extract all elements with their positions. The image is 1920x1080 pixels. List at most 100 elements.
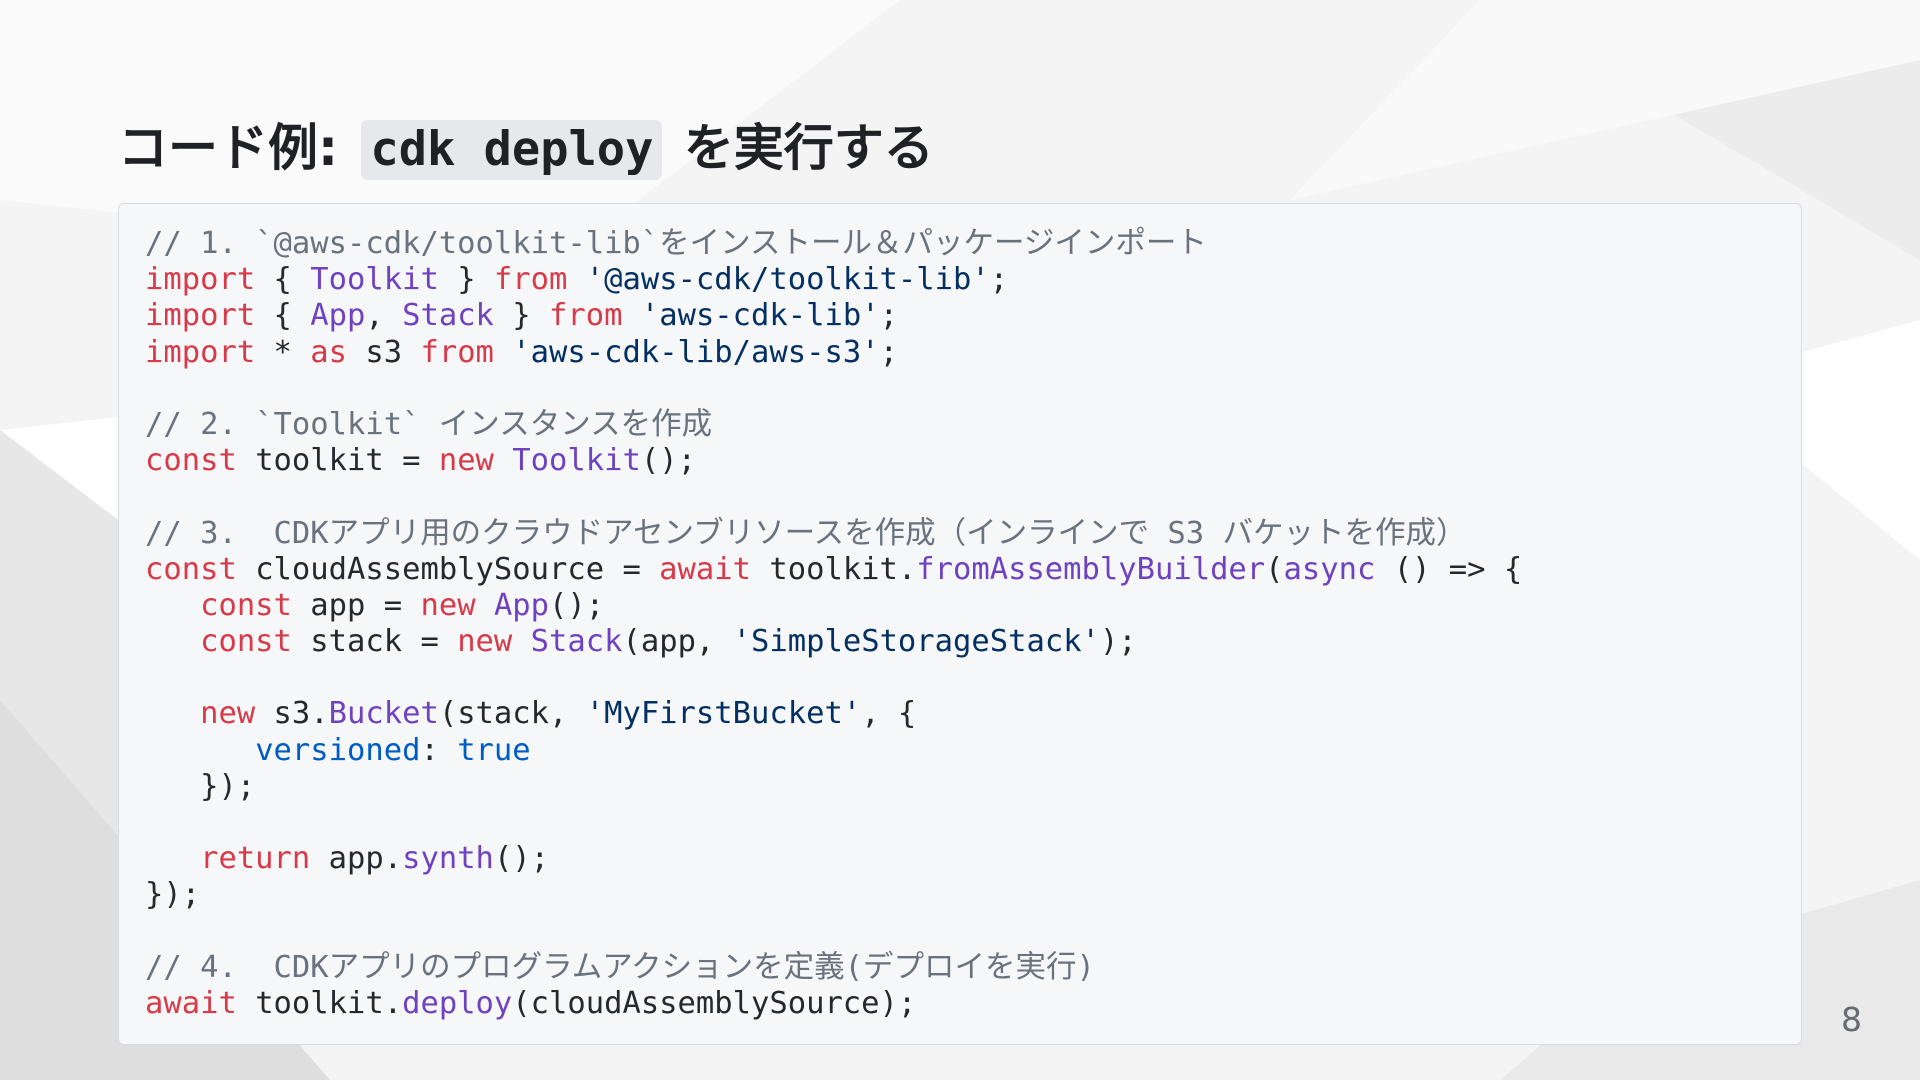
code-keyword: const (200, 624, 292, 660)
code-keyword: import (145, 262, 256, 298)
code-line: ​ (145, 914, 1522, 950)
title-prefix: コード例: (118, 119, 338, 177)
code-line: ​ (145, 479, 1522, 515)
code-text: ; (879, 298, 898, 334)
code-line: return app.synth(); (145, 841, 1522, 877)
code-comment: // 4. CDKアプリのプログラムアクションを定義(デプロイを実行) (145, 949, 1095, 985)
code-line: import { App, Stack } from 'aws-cdk-lib'… (145, 298, 1522, 334)
code-text: (cloudAssemblySource); (512, 985, 917, 1021)
slide-title: コード例: cdk deploy を実行する (118, 112, 934, 184)
code-keyword: new (420, 587, 476, 623)
code-string: '@aws-cdk/toolkit-lib' (585, 262, 990, 298)
code-line: const stack = new Stack(app, 'SimpleStor… (145, 624, 1522, 660)
code-text: stack = (291, 624, 458, 660)
code-property: true (457, 732, 531, 768)
code-identifier: async (1283, 551, 1376, 587)
code-keyword: as (310, 334, 348, 370)
code-text: (); (640, 443, 696, 479)
code-text: , { (861, 696, 917, 732)
code-comment: // 1. `@aws-cdk/toolkit-lib`をインストール＆パッケー… (145, 226, 1207, 261)
code-text: cloudAssemblySource = (236, 551, 660, 587)
code-line: // 4. CDKアプリのプログラムアクションを定義(デプロイを実行) (145, 950, 1522, 986)
code-line: // 1. `@aws-cdk/toolkit-lib`をインストール＆パッケー… (145, 226, 1522, 262)
title-code-chip: cdk deploy (361, 120, 663, 180)
code-keyword: new (200, 696, 256, 732)
code-keyword: return (200, 841, 311, 877)
code-identifier: deploy (402, 985, 513, 1021)
code-comment: // 2. `Toolkit` インスタンスを作成 (145, 406, 713, 442)
code-text: app. (310, 841, 403, 877)
code-text: app = (291, 587, 421, 623)
code-string: 'MyFirstBucket' (585, 696, 862, 732)
code-line: const cloudAssemblySource = await toolki… (145, 552, 1522, 588)
code-text: , (365, 298, 403, 334)
code-comment: // 3. CDKアプリ用のクラウドアセンブリソースを作成（インラインで S3 … (145, 515, 1467, 551)
code-keyword: from (493, 262, 568, 298)
code-line: }); (145, 769, 1522, 805)
code-text: s3 (347, 334, 421, 370)
code-keyword: const (200, 587, 292, 623)
code-line: new s3.Bucket(stack, 'MyFirstBucket', { (145, 696, 1522, 732)
code-line: const app = new App(); (145, 588, 1522, 624)
code-keyword: import (145, 334, 256, 370)
code-line: // 2. `Toolkit` インスタンスを作成 (145, 407, 1522, 443)
code-line: ​ (145, 371, 1522, 407)
code-string: 'aws-cdk-lib/aws-s3' (512, 334, 880, 370)
code-keyword: await (659, 551, 751, 587)
code-text: ); (1099, 624, 1137, 660)
code-line: const toolkit = new Toolkit(); (145, 443, 1522, 479)
code-text: (); (549, 587, 605, 623)
code-keyword: const (145, 551, 237, 587)
code-text: s3. (255, 696, 329, 732)
code-identifier: App (493, 587, 550, 623)
code-line: import { Toolkit } from '@aws-cdk/toolki… (145, 262, 1522, 298)
title-suffix: を実行する (683, 119, 934, 177)
code-line: ​ (145, 660, 1522, 696)
code-keyword: await (145, 985, 237, 1021)
code-text: (app, (622, 624, 733, 660)
code-text: } (438, 262, 494, 298)
code-text: { (255, 262, 311, 298)
code-property: versioned (255, 732, 421, 768)
code-line: versioned: true (145, 733, 1522, 769)
code-keyword: new (457, 624, 513, 660)
code-string: 'aws-cdk-lib' (640, 298, 880, 334)
code-string: 'SimpleStorageStack' (732, 624, 1100, 660)
code-text: { (255, 298, 311, 334)
code-identifier: Stack (402, 298, 494, 334)
code-line: import * as s3 from 'aws-cdk-lib/aws-s3'… (145, 335, 1522, 371)
code-identifier: Stack (530, 624, 623, 660)
code-keyword: from (420, 334, 494, 370)
code-text: toolkit = (236, 443, 439, 479)
code-block: // 1. `@aws-cdk/toolkit-lib`をインストール＆パッケー… (145, 226, 1522, 1022)
code-line: await toolkit.deploy(cloudAssemblySource… (145, 986, 1522, 1022)
code-text: toolkit. (236, 985, 403, 1021)
code-identifier: Toolkit (512, 443, 641, 479)
page-number: 8 (1841, 1000, 1862, 1039)
code-text: : (420, 732, 458, 768)
code-line: // 3. CDKアプリ用のクラウドアセンブリソースを作成（インラインで S3 … (145, 516, 1522, 552)
code-keyword: from (549, 298, 623, 334)
code-text: toolkit. (751, 551, 917, 587)
code-text: ; (989, 262, 1009, 298)
code-text: ( (1265, 551, 1284, 587)
code-text: }); (145, 768, 256, 804)
code-keyword: import (145, 298, 256, 334)
code-identifier: App (310, 298, 366, 334)
code-identifier: Bucket (328, 696, 439, 732)
code-text: (); (493, 841, 550, 877)
code-line: ​ (145, 805, 1522, 841)
code-line: }); (145, 877, 1522, 913)
code-text: }); (145, 877, 201, 913)
